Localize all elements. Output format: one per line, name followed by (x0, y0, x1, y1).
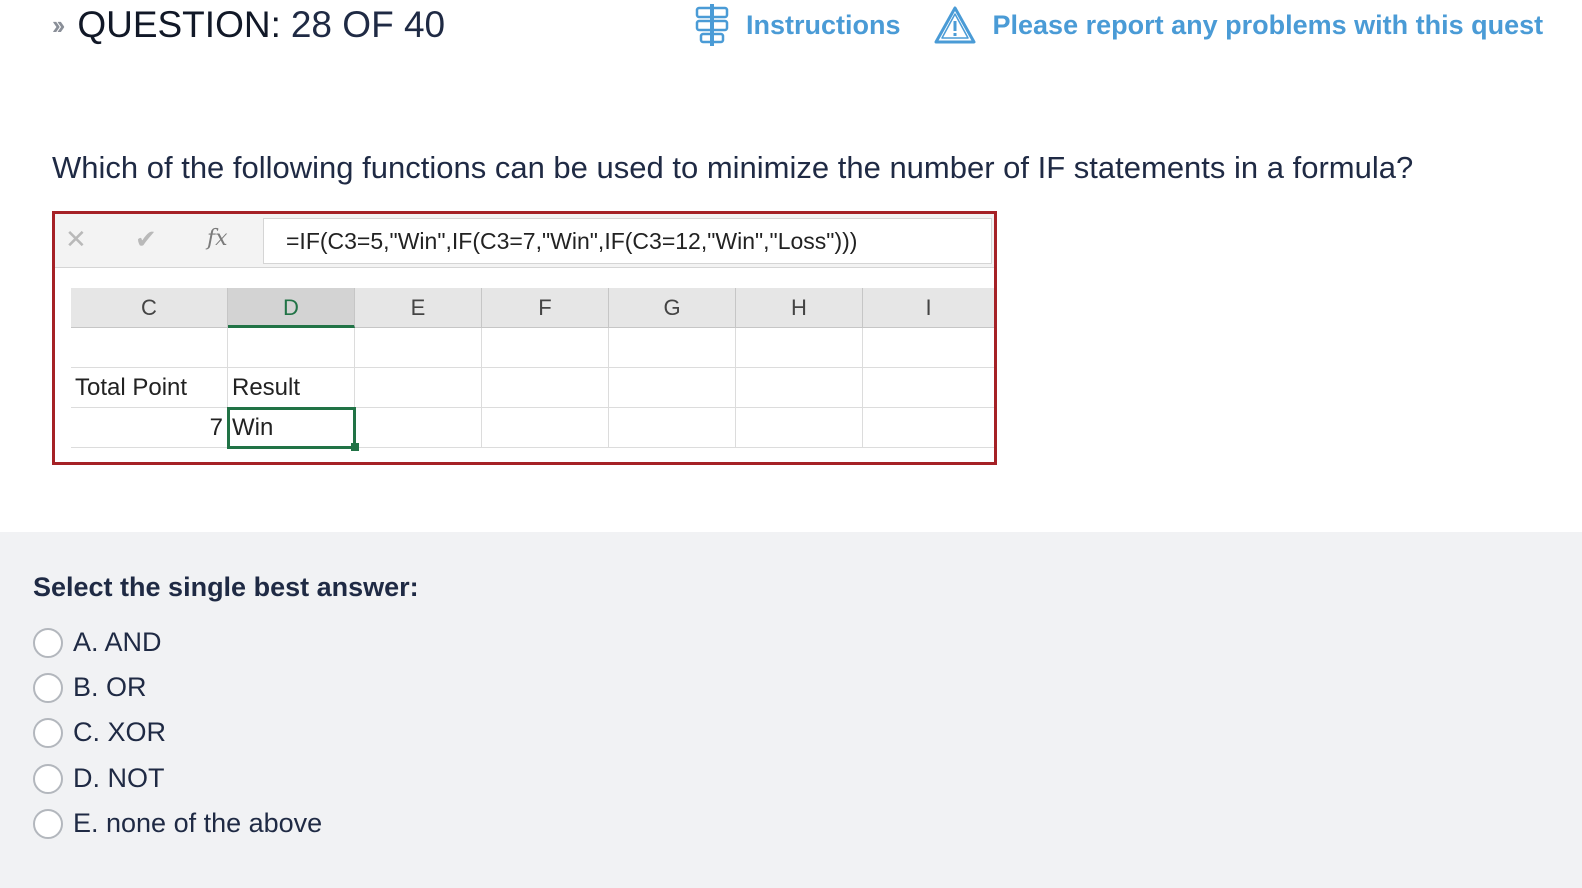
answer-option-label: C. XOR (73, 717, 167, 747)
cell-i3 (863, 408, 994, 448)
radio-button[interactable] (33, 808, 63, 839)
answer-prompt: Select the single best answer: (33, 572, 419, 602)
formula-bar: ✕ ✔ fx =IF(C3=5,"Win",IF(C3=7,"Win",IF(C… (55, 214, 994, 268)
cell-h3 (736, 408, 863, 448)
cell-h2 (736, 368, 863, 408)
radio-button[interactable] (33, 627, 63, 658)
formula-input: =IF(C3=5,"Win",IF(C3=7,"Win",IF(C3=12,"W… (263, 218, 992, 264)
column-header-c: C (71, 288, 228, 328)
cell-d3: Win (227, 407, 356, 449)
radio-button[interactable] (33, 672, 63, 703)
question-counter: 28 OF 40 (290, 4, 446, 45)
answer-option-c[interactable]: C. XOR (33, 717, 166, 748)
answer-option-a[interactable]: A. AND (33, 627, 162, 658)
function-icon: fx (207, 226, 228, 251)
answer-option-d[interactable]: D. NOT (33, 763, 165, 794)
column-header-g: G (609, 288, 736, 328)
cell-f3 (482, 408, 609, 448)
cell-i2 (863, 368, 994, 408)
instructions-link[interactable]: Instructions (694, 2, 901, 48)
question-panel: ›› QUESTION: 28 OF 40 Instructions Pleas… (0, 0, 1582, 540)
answer-option-label: D. NOT (73, 763, 165, 793)
radio-button[interactable] (33, 763, 63, 794)
cell-d2: Result (228, 368, 355, 408)
question-toolbar: Instructions Please report any problems … (694, 2, 1543, 48)
cell-c1 (71, 328, 228, 368)
cell-c2: Total Point (71, 368, 228, 408)
column-header-f: F (482, 288, 609, 328)
answer-option-b[interactable]: B. OR (33, 672, 147, 703)
column-header-d: D (228, 288, 355, 328)
question-text: Which of the following functions can be … (52, 150, 1414, 185)
cell-f1 (482, 328, 609, 368)
cell-g3 (609, 408, 736, 448)
answer-panel: Select the single best answer: A. AND B.… (0, 532, 1582, 888)
cell-e2 (355, 368, 482, 408)
cell-d1 (228, 328, 355, 368)
double-chevron-icon[interactable]: ›› (52, 10, 65, 41)
cell-g2 (609, 368, 736, 408)
answer-option-label: A. AND (73, 627, 162, 657)
cell-i1 (863, 328, 994, 368)
cell-e1 (355, 328, 482, 368)
column-header-e: E (355, 288, 482, 328)
cell-f2 (482, 368, 609, 408)
warning-triangle-icon (934, 6, 976, 44)
checkmark-icon: ✔ (135, 224, 157, 254)
signpost-icon (695, 4, 729, 46)
answer-option-e[interactable]: E. none of the above (33, 808, 322, 839)
cell-g1 (609, 328, 736, 368)
report-problem-link[interactable]: Please report any problems with this que… (933, 5, 1544, 45)
cell-c3: 7 (71, 408, 228, 448)
question-header: ›› QUESTION: 28 OF 40 (52, 4, 445, 46)
report-problem-label: Please report any problems with this que… (992, 9, 1544, 40)
spreadsheet-image: ✕ ✔ fx =IF(C3=5,"Win",IF(C3=7,"Win",IF(C… (52, 211, 997, 465)
cell-e3 (355, 408, 482, 448)
answer-option-label: E. none of the above (73, 808, 323, 838)
radio-button[interactable] (33, 717, 63, 748)
spacer (55, 268, 994, 288)
instructions-label: Instructions (746, 9, 901, 40)
column-header-i: I (863, 288, 994, 328)
cell-h1 (736, 328, 863, 368)
answer-option-label: B. OR (73, 672, 147, 702)
fill-handle (351, 443, 359, 451)
cancel-icon: ✕ (65, 224, 87, 254)
question-label: QUESTION: (77, 4, 281, 45)
column-header-h: H (736, 288, 863, 328)
